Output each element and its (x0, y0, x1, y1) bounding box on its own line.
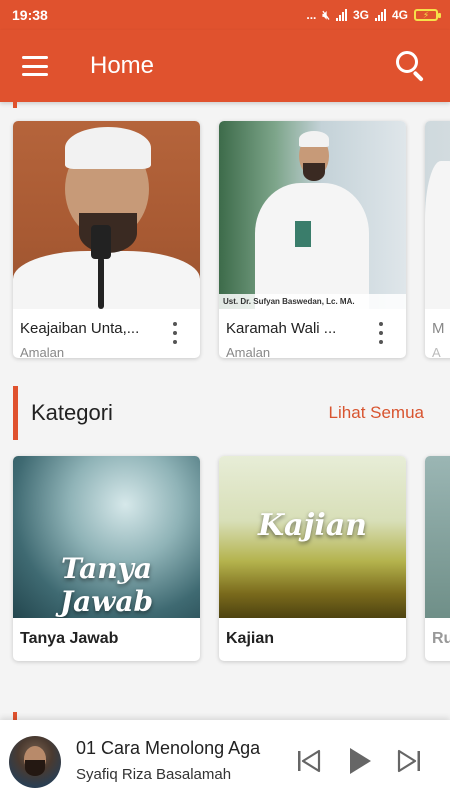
signal-icon (335, 9, 347, 21)
category-thumbnail (425, 456, 450, 618)
track-artist: Syafiq Riza Basalamah (76, 766, 232, 783)
avatar (9, 736, 61, 788)
category-art-text: Tanya Jawab (59, 552, 154, 618)
category-thumbnail: Kajian (219, 456, 406, 618)
category-title: Kajian (226, 630, 275, 647)
status-icons: ... 🔇︎ 3G 4G ⚡︎ (306, 7, 441, 23)
mute-icon: 🔇︎ (322, 7, 330, 22)
category-card[interactable]: Ru (425, 456, 450, 661)
recent-title: Karamah Wali ... (226, 320, 337, 337)
thumbnail-caption: Ust. Dr. Sufyan Baswedan, Lc. MA. (219, 294, 406, 309)
play-icon[interactable] (347, 746, 373, 776)
kategori-section-header: Kategori Lihat Semua (0, 386, 450, 440)
category-card[interactable]: Kajian Kajian (219, 456, 406, 661)
network-3g-label: 3G (352, 8, 369, 22)
recent-thumbnail (425, 121, 450, 309)
recent-thumbnail: Ust. Dr. Sufyan Baswedan, Lc. MA. (219, 121, 406, 309)
recent-subtitle: Amalan (226, 345, 271, 358)
search-icon[interactable] (394, 49, 428, 83)
app-bar: Home (0, 30, 450, 102)
recent-card[interactable]: M A (425, 121, 450, 358)
see-all-link[interactable]: Lihat Semua (329, 403, 424, 423)
category-title: Ru (432, 630, 450, 647)
category-art-text: Kajian (257, 508, 367, 543)
recent-title: M (432, 320, 445, 337)
more-options-icon[interactable] (170, 322, 180, 344)
network-4g-label: 4G (391, 8, 408, 22)
kategori-row[interactable]: Tanya Jawab Tanya Jawab Kajian Kajian Ru (0, 446, 450, 676)
category-title: Tanya Jawab (20, 630, 119, 647)
menu-icon[interactable] (22, 56, 48, 76)
category-thumbnail: Tanya Jawab (13, 456, 200, 618)
recent-subtitle: A (432, 345, 441, 358)
mini-player[interactable]: 01 Cara Menolong Aga Syafiq Riza Basalam… (0, 720, 450, 800)
recent-title: Keajaiban Unta,... (20, 320, 140, 337)
skip-next-icon[interactable] (396, 748, 422, 774)
section-accent-top (13, 102, 17, 108)
recent-card[interactable]: Keajaiban Unta,... Amalan (13, 121, 200, 358)
category-card[interactable]: Tanya Jawab Tanya Jawab (13, 456, 200, 661)
status-bar: 19:38 ... 🔇︎ 3G 4G ⚡︎ (0, 0, 450, 30)
recent-card[interactable]: Ust. Dr. Sufyan Baswedan, Lc. MA. Karama… (219, 121, 406, 358)
notification-dots: ... (306, 8, 317, 22)
status-time: 19:38 (12, 7, 48, 23)
recent-row[interactable]: Keajaiban Unta,... Amalan Ust. Dr. Sufya… (0, 110, 450, 370)
battery-icon: ⚡︎ (414, 9, 441, 21)
skip-previous-icon[interactable] (296, 748, 322, 774)
signal-icon-2 (374, 9, 386, 21)
more-options-icon[interactable] (376, 322, 386, 344)
section-accent-bar (13, 386, 18, 440)
recent-subtitle: Amalan (20, 345, 65, 358)
recent-thumbnail (13, 121, 200, 309)
track-title: 01 Cara Menolong Aga (76, 738, 261, 758)
page-title: Home (90, 52, 155, 79)
section-title: Kategori (31, 400, 113, 425)
